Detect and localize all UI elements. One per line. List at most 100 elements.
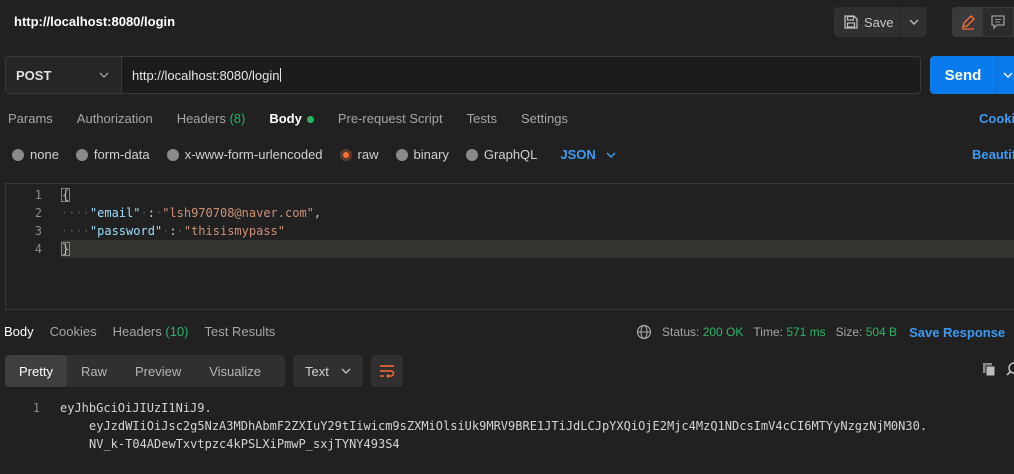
body-type-form-data[interactable]: form-data <box>75 147 150 162</box>
status-indicator[interactable]: Status: 200 OK <box>662 325 743 339</box>
tab-label: Cookies <box>49 324 97 339</box>
tab-pre-request-script[interactable]: Pre-request Script <box>338 111 443 126</box>
radio-button[interactable] <box>12 148 24 161</box>
response-body-line: NV_k-T04ADewTxvtpzc4kPSLXiPmwP_sxjTYNY49… <box>89 437 400 451</box>
body-type-urlencoded[interactable]: x-www-form-urlencoded <box>166 147 323 162</box>
response-tab-cookies[interactable]: Cookies <box>50 324 97 339</box>
comments-button[interactable] <box>983 8 1013 36</box>
cookies-link[interactable]: Cookies <box>979 111 1014 126</box>
response-tabs: Body Cookies Headers (10) Test Results <box>4 324 291 339</box>
body-editor[interactable]: 1 2 3 4 { ····"email"·:·"lsh970708@naver… <box>5 183 1014 310</box>
body-type-graphql[interactable]: GraphQL <box>465 147 537 162</box>
save-response-button[interactable]: Save Response <box>909 325 1005 340</box>
comment-icon <box>991 15 1005 30</box>
tab-label: Headers <box>112 324 162 339</box>
globe-icon[interactable] <box>636 324 652 340</box>
text-cursor <box>280 68 282 82</box>
chevron-down-icon <box>606 152 616 158</box>
save-options-button[interactable] <box>900 7 927 37</box>
wrap-lines-icon <box>380 365 395 378</box>
json-key: "email" <box>89 206 141 220</box>
tab-count: (8) <box>229 111 246 126</box>
url-input[interactable]: http://localhost:8080/login <box>122 57 920 93</box>
view-visualize[interactable]: Visualize <box>195 355 275 387</box>
code-line: ····"password"·:·"thisismypass" <box>61 224 286 238</box>
language-select[interactable]: JSON <box>560 147 616 162</box>
json-value: "thisismypass" <box>183 224 286 238</box>
line-number: 4 <box>34 242 42 256</box>
radio-button[interactable] <box>395 148 408 161</box>
modified-dot <box>306 116 314 124</box>
method-label: POST <box>16 67 52 83</box>
response-tab-body[interactable]: Body <box>4 324 34 339</box>
time-value: 571 ms <box>786 325 826 339</box>
pencil-icon <box>962 15 975 30</box>
view-pretty[interactable]: Pretty <box>5 355 67 387</box>
copy-icon[interactable] <box>982 362 997 377</box>
search-icon[interactable] <box>1006 362 1014 377</box>
code-line: ····"email"·:·"lsh970708@naver.com", <box>61 206 322 220</box>
save-button-group: Save <box>834 7 927 37</box>
tab-headers[interactable]: Headers (8) <box>177 111 246 126</box>
response-line-number: 1 <box>32 401 40 415</box>
tab-label: Tests <box>466 111 497 126</box>
view-raw[interactable]: Raw <box>67 355 121 387</box>
tab-label: Pre-request Script <box>337 111 443 126</box>
edit-mode-button[interactable] <box>953 8 983 36</box>
code-line: } <box>61 242 71 256</box>
tab-count: (10) <box>165 324 189 339</box>
tab-settings[interactable]: Settings <box>521 111 568 126</box>
chevron-down-icon[interactable] <box>1003 72 1013 78</box>
body-type-none[interactable]: none <box>12 147 59 162</box>
radio-button[interactable] <box>166 148 179 161</box>
body-type-binary[interactable]: binary <box>395 147 449 162</box>
radio-label: raw <box>357 147 379 162</box>
radio-label: form-data <box>93 147 150 162</box>
response-tab-test-results[interactable]: Test Results <box>205 324 276 339</box>
tab-params[interactable]: Params <box>8 111 53 126</box>
chevron-down-icon <box>341 368 351 374</box>
send-button[interactable]: Send <box>930 56 1014 94</box>
tab-label: Body <box>269 111 302 126</box>
response-body-line: eyJhbGciOiJIUzI1NiJ9. <box>60 401 212 415</box>
tab-authorization[interactable]: Authorization <box>77 111 153 126</box>
body-type-raw[interactable]: raw <box>339 147 379 162</box>
status-label: Status: <box>662 325 700 339</box>
send-divider <box>996 56 997 94</box>
method-select[interactable]: POST <box>6 57 122 93</box>
request-title[interactable]: http://localhost:8080/login <box>14 14 175 29</box>
body-type-selector: none form-data x-www-form-urlencoded raw… <box>12 147 616 162</box>
tab-body[interactable]: Body <box>269 111 314 126</box>
size-label: Size: <box>835 325 863 339</box>
size-indicator[interactable]: Size: 504 B <box>836 325 897 339</box>
url-value: http://localhost:8080/login <box>132 67 280 83</box>
format-label: Text <box>305 363 329 379</box>
json-value: "lsh970708@naver.com" <box>162 206 314 220</box>
tab-label: Settings <box>520 111 568 126</box>
save-button[interactable]: Save <box>834 7 900 37</box>
time-label: Time: <box>753 325 783 339</box>
radio-button-selected[interactable] <box>339 148 352 161</box>
request-tabs: Params Authorization Headers (8) Body Pr… <box>8 111 592 126</box>
radio-button[interactable] <box>75 148 88 161</box>
tab-label: Authorization <box>76 111 153 126</box>
time-indicator[interactable]: Time: 571 ms <box>753 325 825 339</box>
format-select[interactable]: Text <box>293 355 363 387</box>
json-key: "password" <box>89 224 163 238</box>
response-tab-headers[interactable]: Headers (10) <box>113 324 189 339</box>
beautify-link[interactable]: Beautify <box>972 147 1014 162</box>
radio-button[interactable] <box>465 148 478 161</box>
tab-label: Test Results <box>204 324 276 339</box>
open-brace: { <box>61 188 71 202</box>
current-line-highlight <box>61 240 1014 258</box>
response-status-bar: Status: 200 OK Time: 571 ms Size: 504 B … <box>636 324 1005 340</box>
request-bar: POST http://localhost:8080/login <box>5 56 921 94</box>
tab-tests[interactable]: Tests <box>467 111 497 126</box>
view-preview[interactable]: Preview <box>121 355 195 387</box>
right-tool-toggle <box>952 7 1014 37</box>
code-line: { <box>61 188 71 202</box>
radio-label: x-www-form-urlencoded <box>184 147 323 162</box>
tab-label: Headers <box>176 111 226 126</box>
tab-label: Params <box>8 111 53 126</box>
wrap-lines-button[interactable] <box>371 355 403 387</box>
